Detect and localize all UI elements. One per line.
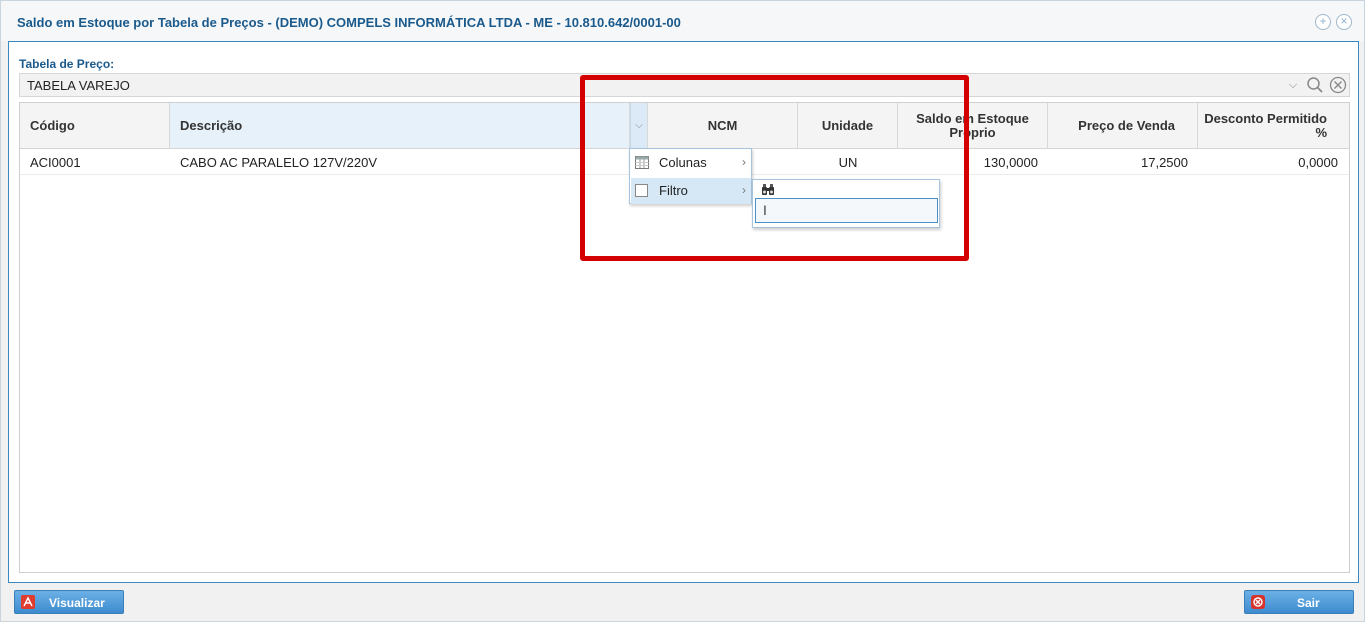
close-circle-icon[interactable]: × [1336, 14, 1352, 30]
visualizar-label: Visualizar [49, 596, 105, 610]
cell-saldo: 130,0000 [983, 155, 1038, 170]
filter-submenu: I [752, 179, 940, 228]
filtro-checkbox[interactable] [635, 184, 648, 197]
plus-circle-icon[interactable]: + [1315, 14, 1331, 30]
column-header-codigo[interactable]: Código [20, 103, 170, 148]
menu-item-colunas[interactable]: Colunas › [631, 150, 751, 176]
binoculars-icon [761, 183, 775, 196]
menu-item-colunas-label: Colunas [659, 155, 707, 170]
column-header-unidade[interactable]: Unidade [798, 103, 898, 148]
window-title: Saldo em Estoque por Tabela de Preços - … [17, 15, 681, 30]
cell-codigo: ACI0001 [30, 155, 81, 170]
columns-icon [635, 156, 649, 169]
title-bar: Saldo em Estoque por Tabela de Preços - … [1, 1, 1364, 41]
clear-icon[interactable] [1328, 76, 1348, 94]
chevron-right-icon: › [742, 183, 746, 197]
cell-desconto: 0,0000 [1298, 155, 1338, 170]
sair-button[interactable]: Sair [1244, 590, 1354, 614]
search-icon[interactable] [1305, 76, 1325, 94]
tabela-preco-field[interactable]: TABELA VAREJO ⌵ [19, 73, 1350, 97]
filter-text-input[interactable] [755, 198, 938, 223]
visualizar-button[interactable]: Visualizar [14, 590, 124, 614]
column-header-ncm[interactable]: NCM [648, 103, 798, 148]
chevron-down-icon[interactable]: ⌵ [1286, 76, 1300, 94]
cell-descricao: CABO AC PARALELO 127V/220V [180, 155, 378, 170]
cell-unidade: UN [838, 155, 858, 170]
exit-icon [1251, 595, 1265, 609]
report-window: Saldo em Estoque por Tabela de Preços - … [0, 0, 1365, 622]
column-context-menu: Colunas › Filtro › [629, 148, 752, 204]
tabela-preco-label: Tabela de Preço: [19, 57, 115, 71]
column-header-saldo[interactable]: Saldo em Estoque Próprio [898, 103, 1048, 148]
menu-item-filtro[interactable]: Filtro › [631, 178, 751, 204]
content-panel: Tabela de Preço: TABELA VAREJO ⌵ Código … [8, 41, 1359, 583]
menu-item-filtro-label: Filtro [659, 183, 688, 198]
tabela-preco-value: TABELA VAREJO [27, 78, 130, 93]
column-header-descricao[interactable]: Descrição [170, 103, 630, 148]
column-header-desconto[interactable]: Desconto Permitido % [1198, 103, 1349, 148]
cell-preco: 17,2500 [1141, 155, 1188, 170]
sair-label: Sair [1297, 596, 1320, 610]
column-header-preco[interactable]: Preço de Venda [1048, 103, 1198, 148]
column-menu-trigger[interactable]: ⌵ [630, 103, 648, 148]
chevron-right-icon: › [742, 155, 746, 169]
pdf-icon [21, 595, 35, 609]
grid-header: Código Descrição ⌵ NCM Unidade Saldo em … [20, 103, 1349, 149]
